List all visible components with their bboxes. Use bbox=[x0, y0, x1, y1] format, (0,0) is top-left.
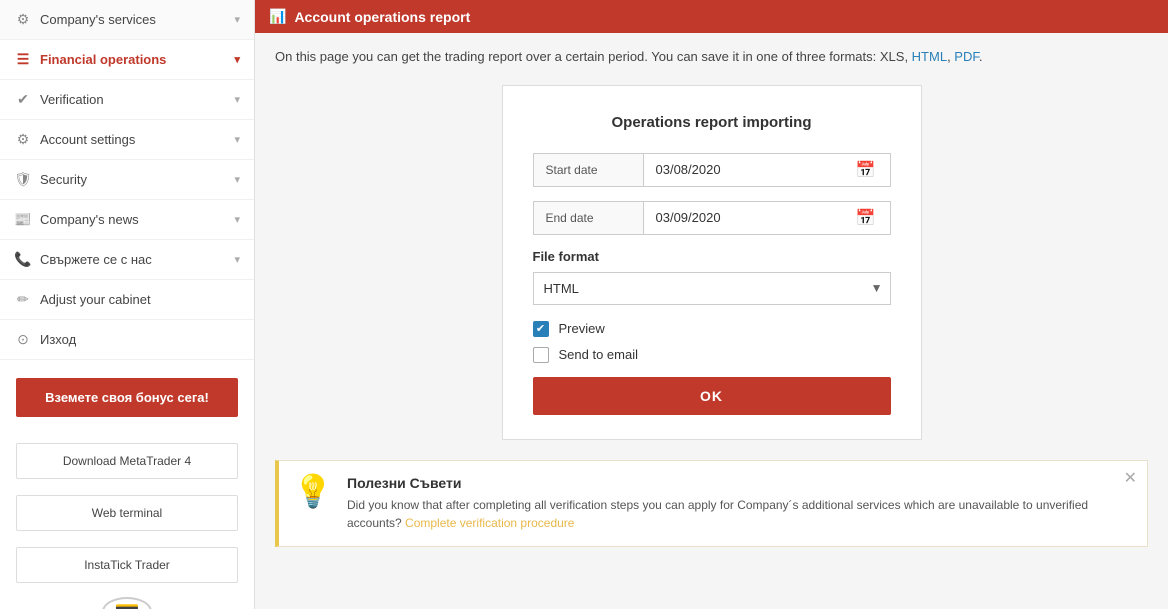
sidebar-icon-financial-operations: ☰ bbox=[14, 51, 32, 68]
tip-text: Did you know that after completing all v… bbox=[347, 496, 1117, 532]
tip-content: Полезни Съвети Did you know that after c… bbox=[347, 475, 1117, 532]
sidebar-icon-verification: ✔ bbox=[14, 91, 32, 108]
end-date-calendar-icon[interactable]: 📅 bbox=[850, 202, 882, 234]
page-header-bar: 📊 Account operations report bbox=[255, 0, 1168, 33]
end-date-input[interactable] bbox=[652, 202, 850, 233]
send-email-row: Send to email bbox=[533, 347, 891, 363]
sidebar-item-verification[interactable]: ✔ Verification ▾ bbox=[0, 80, 254, 120]
instatick-button[interactable]: InstaTick Trader bbox=[16, 547, 238, 583]
sidebar-item-financial-operations[interactable]: ☰ Financial operations ▾ bbox=[0, 40, 254, 80]
sidebar-label-adjust-cabinet: Adjust your cabinet bbox=[40, 292, 151, 307]
sidebar-item-exit[interactable]: ⊙ Изход bbox=[0, 320, 254, 360]
sidebar-icon-exit: ⊙ bbox=[14, 331, 32, 348]
bonus-button[interactable]: Вземете своя бонус сега! bbox=[16, 378, 238, 417]
sidebar-icon-company-news: 📰 bbox=[14, 211, 32, 228]
sidebar-item-adjust-cabinet[interactable]: ✏ Adjust your cabinet bbox=[0, 280, 254, 320]
tip-title: Полезни Съвети bbox=[347, 475, 1117, 491]
header-icon: 📊 bbox=[269, 8, 286, 25]
sidebar-icon-security: 🛡 bbox=[14, 171, 32, 188]
tip-lightbulb-icon: 💡 bbox=[293, 475, 333, 507]
sidebar-label-security: Security bbox=[40, 172, 87, 187]
sidebar-icon-adjust-cabinet: ✏ bbox=[14, 291, 32, 308]
sidebar-item-contact-us[interactable]: 📞 Свържете се с нас ▾ bbox=[0, 240, 254, 280]
desc-link-html[interactable]: HTML bbox=[912, 49, 947, 64]
sidebar-item-security[interactable]: 🛡 Security ▾ bbox=[0, 160, 254, 200]
end-date-input-cell: 📅 bbox=[644, 202, 890, 234]
sidebar-arrow-account-settings: ▾ bbox=[234, 133, 240, 146]
web-terminal-button[interactable]: Web terminal bbox=[16, 495, 238, 531]
form-title: Operations report importing bbox=[533, 114, 891, 131]
end-date-label: End date bbox=[534, 202, 644, 234]
sidebar-icon-contact-us: 📞 bbox=[14, 251, 32, 268]
tip-box: 💡 Полезни Съвети Did you know that after… bbox=[275, 460, 1148, 547]
sidebar-arrow-security: ▾ bbox=[234, 173, 240, 186]
sidebar-label-contact-us: Свържете се с нас bbox=[40, 252, 152, 267]
sidebar-label-account-settings: Account settings bbox=[40, 132, 135, 147]
start-date-input-cell: 📅 bbox=[644, 154, 890, 186]
start-date-calendar-icon[interactable]: 📅 bbox=[850, 154, 882, 186]
start-date-row: Start date 📅 bbox=[533, 153, 891, 187]
preview-row: ✔ Preview bbox=[533, 321, 891, 337]
sidebar-arrow-verification: ▾ bbox=[234, 93, 240, 106]
desc-text-before: On this page you can get the trading rep… bbox=[275, 49, 912, 64]
end-date-row: End date 📅 bbox=[533, 201, 891, 235]
sidebar-icon-company-services: ⚙ bbox=[14, 11, 32, 28]
start-date-input[interactable] bbox=[652, 154, 850, 185]
tip-close-button[interactable]: ✕ bbox=[1124, 471, 1137, 487]
sidebar-label-company-services: Company's services bbox=[40, 12, 156, 27]
sidebar-item-company-news[interactable]: 📰 Company's news ▾ bbox=[0, 200, 254, 240]
page-title: Account operations report bbox=[294, 9, 470, 25]
sidebar-item-account-settings[interactable]: ⚙ Account settings ▾ bbox=[0, 120, 254, 160]
sidebar-label-verification: Verification bbox=[40, 92, 104, 107]
sidebar-label-financial-operations: Financial operations bbox=[40, 52, 166, 67]
sidebar-label-company-news: Company's news bbox=[40, 212, 139, 227]
main-content: 📊 Account operations report On this page… bbox=[255, 0, 1168, 609]
sidebar-item-company-services[interactable]: ⚙ Company's services ▾ bbox=[0, 0, 254, 40]
sidebar: ⚙ Company's services ▾ ☰ Financial opera… bbox=[0, 0, 255, 609]
sidebar-arrow-financial-operations: ▾ bbox=[234, 53, 240, 66]
send-email-checkbox[interactable] bbox=[533, 347, 549, 363]
tip-verification-link[interactable]: Complete verification procedure bbox=[405, 516, 574, 530]
start-date-label: Start date bbox=[534, 154, 644, 186]
sidebar-arrow-company-news: ▾ bbox=[234, 213, 240, 226]
sidebar-label-exit: Изход bbox=[40, 332, 76, 347]
ok-button[interactable]: OK bbox=[533, 377, 891, 415]
file-format-select[interactable]: XLSHTMLPDF bbox=[533, 272, 891, 305]
desc-link-pdf[interactable]: PDF bbox=[954, 49, 979, 64]
operations-report-form: Operations report importing Start date 📅… bbox=[502, 85, 922, 440]
page-description: On this page you can get the trading rep… bbox=[275, 47, 1148, 67]
metatrader-button[interactable]: Download MetaTrader 4 bbox=[16, 443, 238, 479]
send-email-label: Send to email bbox=[559, 347, 639, 362]
sidebar-arrow-contact-us: ▾ bbox=[234, 253, 240, 266]
sidebar-arrow-company-services: ▾ bbox=[234, 13, 240, 26]
file-format-select-wrapper: XLSHTMLPDF ▼ bbox=[533, 272, 891, 305]
file-format-label: File format bbox=[533, 249, 891, 264]
sidebar-icon-account-settings: ⚙ bbox=[14, 131, 32, 148]
preview-label: Preview bbox=[559, 321, 605, 336]
preview-checkbox[interactable]: ✔ bbox=[533, 321, 549, 337]
card-icon: 💳 bbox=[102, 597, 152, 609]
